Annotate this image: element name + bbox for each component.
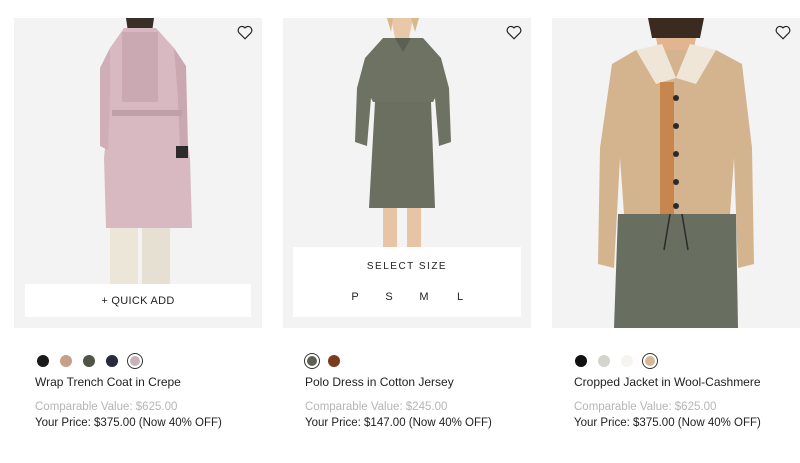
quick-add-button[interactable]: + QUICK ADD — [25, 284, 251, 317]
select-size-label: SELECT SIZE — [366, 261, 448, 272]
product-name[interactable]: Wrap Trench Coat in Crepe — [35, 375, 181, 389]
comparable-value: Comparable Value: $245.00 — [305, 401, 448, 413]
heart-icon[interactable] — [505, 23, 523, 41]
swatch-olive[interactable] — [83, 355, 95, 367]
swatch-brown[interactable] — [328, 355, 340, 367]
comparable-value: Comparable Value: $625.00 — [35, 401, 178, 413]
product-card[interactable]: Cropped Jacket in Wool-Cashmere Comparab… — [552, 18, 800, 429]
cropped-jacket-photo — [552, 18, 800, 328]
swatch-black[interactable] — [575, 355, 587, 367]
your-price: Your Price: $375.00 (Now 40% OFF) — [574, 417, 761, 429]
size-option-p[interactable]: P — [345, 291, 365, 303]
product-image[interactable]: + QUICK ADD — [14, 18, 262, 328]
product-name[interactable]: Polo Dress in Cotton Jersey — [305, 375, 454, 389]
size-option-l[interactable]: L — [450, 291, 470, 303]
swatch-camel[interactable] — [60, 355, 72, 367]
swatch-black[interactable] — [37, 355, 49, 367]
your-price: Your Price: $375.00 (Now 40% OFF) — [35, 417, 222, 429]
size-option-s[interactable]: S — [379, 291, 399, 303]
product-name[interactable]: Cropped Jacket in Wool-Cashmere — [574, 375, 761, 389]
heart-icon[interactable] — [236, 23, 254, 41]
heart-icon[interactable] — [774, 23, 792, 41]
size-selector: SELECT SIZE P S M L — [293, 247, 521, 317]
trench-coat-photo — [14, 18, 262, 328]
swatch-navy[interactable] — [106, 355, 118, 367]
swatch-pink[interactable] — [127, 353, 143, 369]
swatch-white[interactable] — [621, 355, 633, 367]
size-option-m[interactable]: M — [414, 291, 434, 303]
product-image[interactable] — [552, 18, 800, 328]
your-price: Your Price: $147.00 (Now 40% OFF) — [305, 417, 492, 429]
swatch-light-grey[interactable] — [598, 355, 610, 367]
comparable-value: Comparable Value: $625.00 — [574, 401, 717, 413]
product-image[interactable]: SELECT SIZE P S M L — [283, 18, 531, 328]
size-options: P S M L — [293, 291, 521, 305]
product-card[interactable]: SELECT SIZE P S M L Polo Dress in Cotton… — [283, 18, 531, 429]
swatch-camel[interactable] — [642, 353, 658, 369]
product-card[interactable]: + QUICK ADD Wrap Trench Coat in Crepe Co… — [14, 18, 262, 429]
swatch-olive[interactable] — [304, 353, 320, 369]
